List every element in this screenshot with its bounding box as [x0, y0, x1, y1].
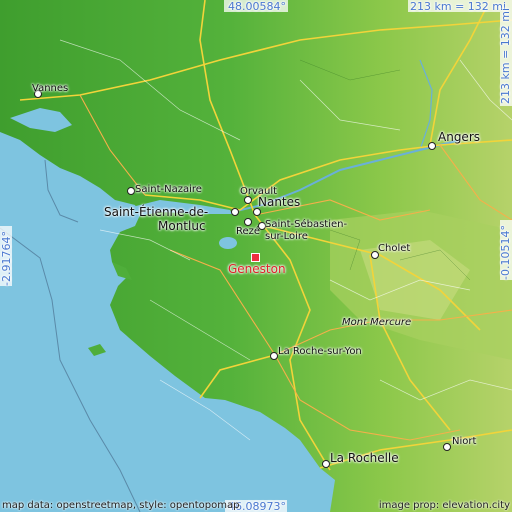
saint-etienne-marker: [231, 208, 239, 216]
la-roche-marker: [270, 352, 278, 360]
reze-marker: [244, 218, 252, 226]
place-geneston: Geneston: [228, 262, 286, 276]
place-saint-sebastien-line1: Saint-Sébastien-: [265, 219, 348, 230]
attribution-right: image prop: elevation.city: [378, 500, 510, 511]
place-cholet: Cholet: [378, 243, 411, 254]
orvault-marker: [244, 196, 252, 204]
angers-marker: [428, 142, 436, 150]
place-saint-nazaire: Saint-Nazaire: [135, 184, 202, 195]
left-longitude-label: -2.91764°: [0, 231, 13, 286]
place-saint-etienne-line1: Saint-Étienne-de-: [104, 205, 209, 219]
place-niort: Niort: [452, 436, 477, 447]
geneston-marker: [251, 253, 260, 262]
scale-right-label: 213 km = 132 mi: [499, 7, 512, 104]
place-la-roche-sur-yon: La Roche-sur-Yon: [278, 346, 362, 357]
place-la-rochelle: La Rochelle: [330, 451, 399, 465]
attribution-left: map data: openstreetmap, style: opentopo…: [2, 500, 240, 511]
grand-lieu-lake: [219, 237, 237, 249]
place-saint-etienne-line2: Montluc: [158, 219, 206, 233]
map-view[interactable]: 48.00584° 46.08973° -2.91764° -0.10514° …: [0, 0, 512, 512]
right-longitude-label: -0.10514°: [499, 225, 512, 280]
saint-nazaire-marker: [127, 187, 135, 195]
place-mont-mercure: Mont Mercure: [342, 317, 412, 328]
place-saint-sebastien-line2: sur-Loire: [265, 231, 308, 242]
scale-top-label: 213 km = 132 mi: [410, 0, 507, 13]
place-vannes: Vannes: [32, 83, 69, 94]
top-latitude-label: 48.00584°: [228, 0, 286, 13]
nantes-marker: [253, 208, 261, 216]
niort-marker: [443, 443, 451, 451]
place-nantes: Nantes: [258, 195, 301, 209]
la-rochelle-marker: [322, 460, 330, 468]
place-reze: Rezé: [236, 226, 261, 237]
place-angers: Angers: [438, 130, 480, 144]
